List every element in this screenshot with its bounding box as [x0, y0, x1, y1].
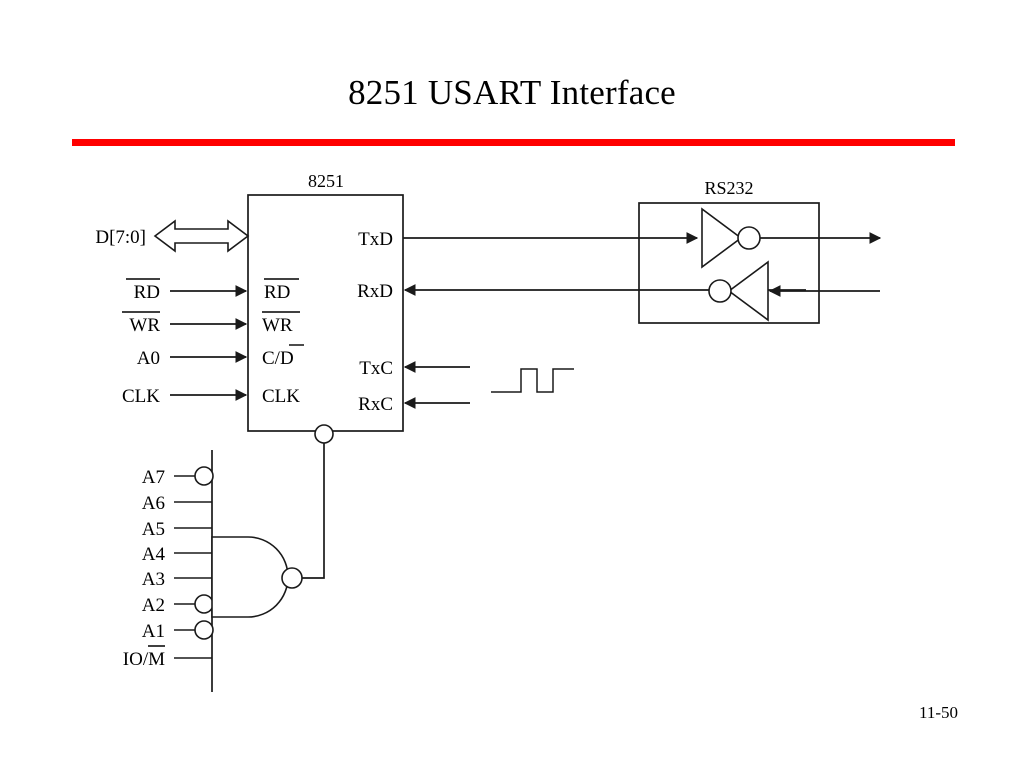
tx-inverter-triangle	[701, 207, 743, 269]
decoder-label-a7: A7	[142, 467, 165, 488]
data-bus-group: D[7:0]	[95, 219, 250, 253]
chip-pin-cd: C/D	[262, 344, 304, 369]
chip-pin-label-rd: RD	[264, 282, 290, 303]
chip-pin-label-wr: WR	[262, 315, 293, 336]
input-signal-a0: A0	[137, 348, 248, 369]
rx-line-receiver-icon	[708, 260, 880, 322]
inversion-bubble-a2	[194, 594, 214, 614]
decoder-label-a5: A5	[142, 519, 165, 540]
chip-pin-clk: CLK	[262, 386, 300, 407]
nand-output-bubble	[281, 567, 303, 589]
input-signal-wr: WR	[122, 311, 248, 336]
chip-pin-label-cd: C/D	[262, 348, 294, 369]
slide: 8251 USART Interface 8251 D[7:0] RD WR A…	[0, 0, 1024, 768]
input-signal-clk: CLK	[122, 386, 248, 407]
page-number: 11-50	[918, 703, 958, 722]
rs232-body	[638, 202, 820, 324]
rs232-caption: RS232	[704, 178, 753, 198]
clock-waveform-symbol	[491, 368, 574, 393]
decoder-label-a2: A2	[142, 595, 165, 616]
nand-gate	[211, 536, 303, 618]
inversion-bubble-a1	[194, 620, 214, 640]
external-input-signals: RD WR A0 CLK	[122, 278, 248, 407]
decoder-input-io-m: IO/M	[123, 645, 212, 670]
nand-gate-body	[211, 536, 289, 618]
rs232-block: RS232	[638, 178, 882, 324]
chip-pin-label-txc: TxC	[359, 358, 393, 379]
decoder-input-a6: A6	[142, 493, 212, 514]
serial-clock-wires	[403, 361, 470, 409]
decoder-label-a3: A3	[142, 569, 165, 590]
decoder-label-io-m: IO/M	[123, 649, 165, 670]
input-label-rd: RD	[134, 282, 160, 303]
bidirectional-bus-arrow	[153, 219, 250, 253]
chip-select-bubble	[314, 424, 334, 444]
wire-chip-select	[302, 443, 325, 579]
clock-waveform-path	[491, 368, 574, 393]
chip-select-net	[302, 424, 334, 579]
decoder-input-a1: A1	[142, 620, 214, 642]
chip-caption: 8251	[308, 171, 344, 191]
data-bus-label: D[7:0]	[95, 227, 146, 248]
decoder-input-a2: A2	[142, 594, 214, 616]
rx-inverter-triangle	[727, 260, 769, 322]
inversion-bubble-a7	[194, 466, 214, 486]
chip-right-pin-labels: TxD RxD TxC RxC	[357, 229, 393, 415]
chip-pin-label-rxc: RxC	[358, 394, 393, 415]
decoder-input-a3: A3	[142, 569, 212, 590]
decoder-label-a4: A4	[142, 544, 166, 565]
rx-inverter-bubble	[708, 279, 732, 303]
decoder-label-a6: A6	[142, 493, 165, 514]
input-label-clk: CLK	[122, 386, 160, 407]
decoder-label-a1: A1	[142, 621, 165, 642]
chip-pin-rd: RD	[264, 278, 299, 303]
decoder-input-a4: A4	[142, 544, 212, 565]
chip-pin-label-txd: TxD	[358, 229, 393, 250]
address-decoder: A7 A6 A5 A4 A3 A2 A1 IO/M	[123, 450, 303, 692]
tx-inverter-bubble	[737, 226, 761, 250]
input-signal-rd: RD	[126, 278, 248, 303]
chip-left-pin-labels: RD WR C/D CLK	[262, 278, 304, 407]
tx-line-driver-icon	[701, 207, 882, 269]
chip-pin-label-clk: CLK	[262, 386, 300, 407]
input-label-a0: A0	[137, 348, 160, 369]
decoder-input-a7: A7	[142, 466, 214, 488]
input-label-wr: WR	[129, 315, 160, 336]
usart-interface-diagram: 8251 D[7:0] RD WR A0 CLK RD WR C/D CLK T…	[95, 171, 882, 692]
chip-pin-wr: WR	[262, 311, 300, 336]
chip-pin-label-rxd: RxD	[357, 281, 393, 302]
decoder-input-a5: A5	[142, 519, 212, 540]
